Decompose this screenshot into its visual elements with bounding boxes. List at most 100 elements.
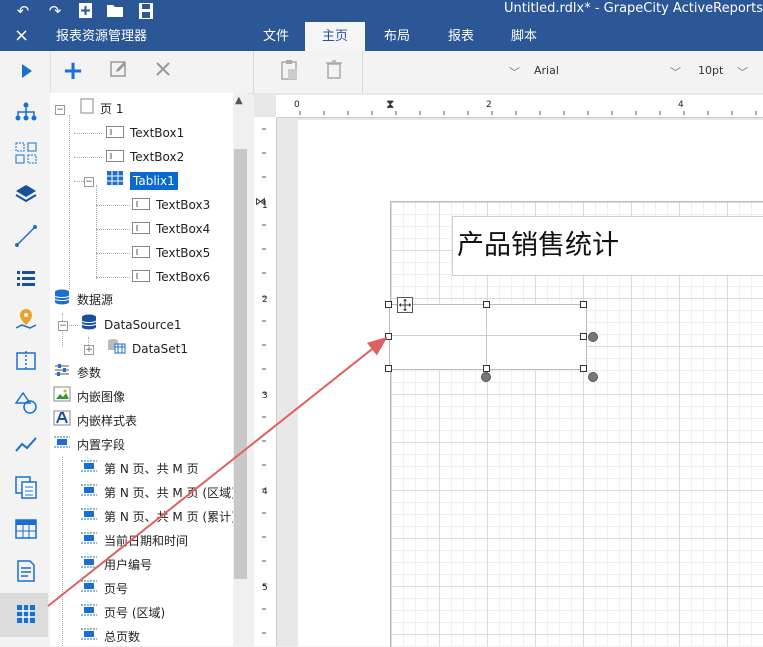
resize-handle[interactable]	[483, 301, 490, 308]
tab-report[interactable]: 报表	[436, 22, 486, 51]
tree-item-builtin-fields[interactable]: 内置字段	[53, 434, 125, 456]
hierarchy-icon[interactable]	[13, 99, 39, 125]
image-icon	[53, 386, 71, 409]
ruler-label: 5	[262, 583, 268, 593]
tree-item-textbox[interactable]: TextBox3	[132, 194, 210, 216]
tree-item-textbox[interactable]: TextBox4	[132, 218, 210, 240]
tree-item-field[interactable]: 页号 (区域)	[80, 602, 165, 624]
tree-item-field[interactable]: 用户编号	[80, 554, 152, 576]
resize-handle[interactable]	[385, 365, 392, 372]
resize-handle[interactable]	[483, 365, 490, 372]
map-icon[interactable]	[13, 306, 39, 332]
save-icon[interactable]	[137, 2, 155, 20]
layers-icon[interactable]	[13, 181, 39, 207]
tree-item-datasources[interactable]: 数据源	[53, 289, 113, 311]
resize-handle[interactable]	[385, 301, 392, 308]
font-name-select[interactable]: Arial	[534, 64, 559, 77]
tree-item-parameters[interactable]: 参数	[53, 362, 101, 384]
chevron-down-icon[interactable]: ﹀	[509, 64, 520, 80]
new-file-icon[interactable]	[77, 2, 95, 20]
tab-file[interactable]: 文件	[254, 22, 298, 51]
tree-item-textbox[interactable]: TextBox1	[106, 122, 184, 144]
shapes-icon[interactable]	[13, 390, 39, 416]
edit-icon[interactable]	[107, 59, 131, 83]
field-icon	[80, 458, 98, 481]
delete-icon[interactable]	[151, 59, 175, 83]
dataset-icon	[106, 338, 126, 361]
corner-adorner-handle[interactable]	[588, 372, 598, 382]
horizontal-ruler: 0 2 4 ⧗	[276, 95, 763, 118]
column-adorner-handle[interactable]	[588, 332, 598, 342]
expand-toggle[interactable]: +	[84, 345, 94, 355]
ruler-marker-icon[interactable]: ⋈	[255, 195, 266, 208]
open-folder-icon[interactable]	[106, 2, 124, 20]
tree-item-dataset[interactable]: DataSet1	[106, 338, 188, 360]
field-icon	[80, 554, 98, 577]
collapse-toggle[interactable]: −	[84, 177, 94, 187]
group-icon[interactable]	[13, 140, 39, 166]
font-size-select[interactable]: 10pt	[698, 64, 723, 77]
undo-icon[interactable]: ↶	[14, 2, 32, 20]
ruler-label: 2	[486, 100, 492, 110]
split-icon[interactable]	[13, 348, 39, 374]
textbox-icon	[132, 243, 150, 265]
resize-handle[interactable]	[580, 365, 587, 372]
resize-handle[interactable]	[580, 301, 587, 308]
chevron-down-icon[interactable]: ﹀	[670, 64, 681, 80]
tree-item-textbox[interactable]: TextBox5	[132, 242, 210, 264]
tablix-icon	[106, 170, 124, 193]
richtext-icon[interactable]	[13, 558, 39, 584]
title-textbox[interactable]: 产品销售统计	[452, 216, 763, 276]
tree-item-field[interactable]: 第 N 页、共 M 页 (累计)	[80, 506, 236, 528]
sparkline-icon[interactable]	[13, 432, 39, 458]
field-icon	[53, 434, 71, 457]
tablix-icon[interactable]	[13, 601, 39, 627]
table-icon[interactable]	[13, 516, 39, 542]
report-title: 产品销售统计	[457, 230, 619, 261]
subreport-icon[interactable]	[13, 474, 39, 500]
list-icon[interactable]	[13, 265, 39, 291]
tree-item-field[interactable]: 第 N 页、共 M 页	[80, 458, 199, 480]
tree-item-tablix[interactable]: Tablix1	[106, 170, 178, 192]
tree-item-field[interactable]: 当前日期和时间	[80, 530, 188, 552]
tree-item-textbox[interactable]: TextBox6	[132, 266, 210, 288]
resize-handle[interactable]	[580, 333, 587, 340]
tab-home[interactable]: 主页	[305, 22, 365, 51]
scroll-up-icon[interactable]: ▲	[235, 95, 243, 106]
tree-item-embedded-styles[interactable]: 内嵌样式表	[53, 410, 137, 432]
database-icon	[80, 314, 98, 337]
move-handle-icon[interactable]	[397, 297, 413, 313]
window-title: Untitled.rdlx* - GrapeCity ActiveReports	[503, 1, 763, 16]
ruler-label: 4	[262, 487, 268, 497]
collapse-toggle[interactable]: −	[55, 105, 65, 115]
ruler-marker-icon[interactable]: ⧗	[386, 97, 394, 112]
close-explorer-icon[interactable]: ×	[14, 25, 29, 47]
line-icon[interactable]	[13, 223, 39, 249]
tablix-control[interactable]	[389, 304, 587, 370]
chevron-down-icon[interactable]: ﹀	[737, 64, 748, 80]
redo-icon[interactable]: ↷	[46, 2, 64, 20]
tab-script[interactable]: 脚本	[499, 22, 549, 51]
textbox-icon	[106, 123, 124, 145]
tree-scrollbar[interactable]: ▲	[233, 93, 248, 646]
row-adorner-handle[interactable]	[481, 372, 491, 382]
tab-layout[interactable]: 布局	[372, 22, 422, 51]
add-icon[interactable]: +	[61, 58, 85, 84]
tree-item-field[interactable]: 第 N 页、共 M 页 (区域)	[80, 482, 236, 504]
scroll-thumb[interactable]	[234, 149, 247, 579]
tree-item-datasource[interactable]: DataSource1	[80, 314, 182, 336]
play-icon[interactable]	[13, 58, 39, 84]
collapse-toggle[interactable]: −	[58, 321, 68, 331]
paste-icon[interactable]	[277, 59, 301, 83]
tree-item-textbox[interactable]: TextBox2	[106, 146, 184, 168]
tree-item-page[interactable]: 页 1	[80, 98, 123, 120]
resize-handle[interactable]	[385, 333, 392, 340]
tree-item-embedded-images[interactable]: 内嵌图像	[53, 386, 125, 408]
textbox-icon	[132, 195, 150, 217]
database-icon	[53, 289, 71, 312]
tree-item-field[interactable]: 页号	[80, 578, 128, 600]
trash-icon[interactable]	[322, 59, 346, 83]
tree-item-field[interactable]: 总页数	[80, 626, 140, 646]
parameters-icon	[53, 362, 71, 385]
textbox-icon	[132, 267, 150, 289]
